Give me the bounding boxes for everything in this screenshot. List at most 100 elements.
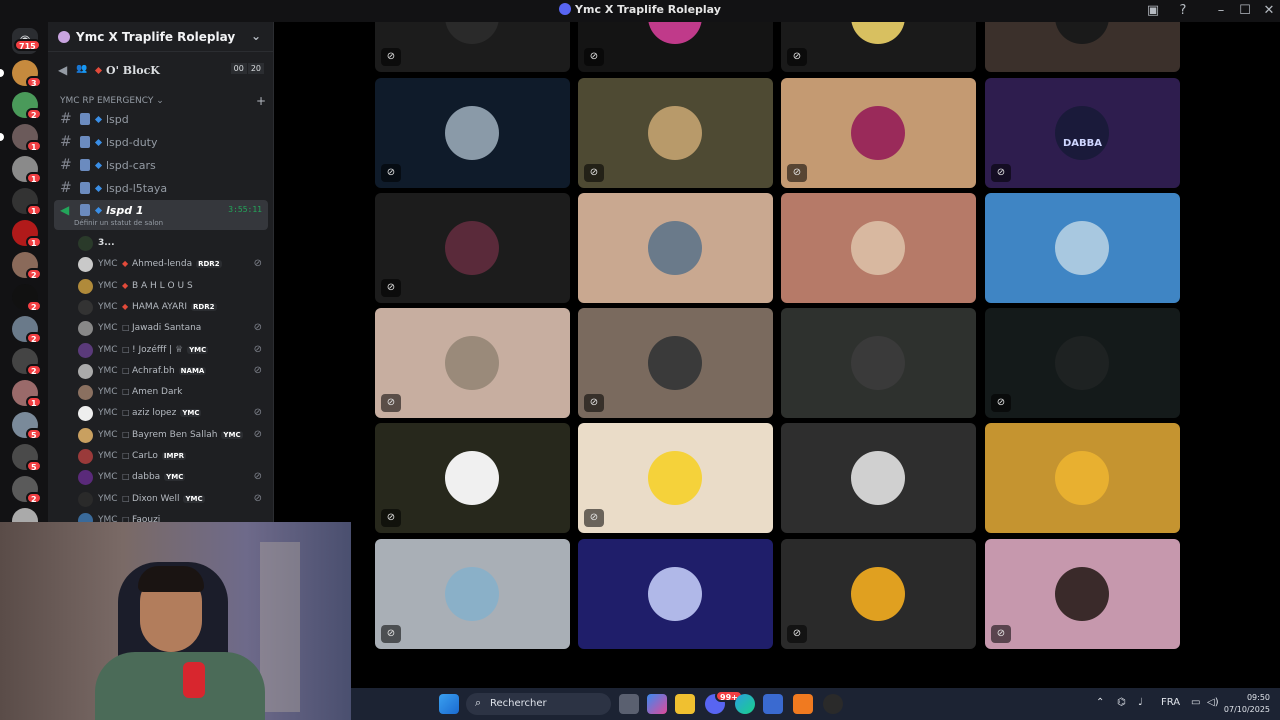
- video-tile[interactable]: ⊘: [578, 308, 773, 418]
- edge-browser-icon[interactable]: [735, 694, 755, 714]
- video-tile[interactable]: ⊘: [375, 423, 570, 533]
- voice-member[interactable]: YMC ◆ HAMA AYARI RDR2: [78, 297, 268, 317]
- video-tile[interactable]: [578, 539, 773, 649]
- volume-icon[interactable]: ◁): [1207, 697, 1219, 708]
- window-title: Ymc X Traplife Roleplay: [0, 3, 1280, 16]
- voice-member[interactable]: YMC ◆ Ahmed-lenda RDR2 ⊘: [78, 254, 268, 274]
- category-emergency[interactable]: YMC RP EMERGENCY ⌄ +: [60, 94, 266, 108]
- mic-muted-icon: ⊘: [381, 48, 401, 66]
- search-icon: ⌕: [475, 696, 482, 709]
- hashtag-icon: #: [60, 180, 72, 196]
- system-clock[interactable]: 09:50 07/10/2025: [1224, 692, 1270, 716]
- video-tile[interactable]: ⊘: [781, 78, 976, 188]
- create-channel-icon[interactable]: +: [256, 94, 266, 108]
- people-icon: 👥: [76, 64, 88, 74]
- network-icon[interactable]: ⌬: [1117, 697, 1126, 708]
- discord-logo-icon: [559, 3, 572, 15]
- voice-member[interactable]: YMC □ Amen Dark: [78, 382, 268, 402]
- text-channel[interactable]: # lspd-l5taya: [54, 178, 268, 200]
- minimize-button[interactable]: –: [1212, 2, 1230, 20]
- member-tag: YMC: [98, 387, 118, 398]
- help-icon[interactable]: ?: [1174, 2, 1192, 20]
- video-tile[interactable]: DABBA ⊘: [985, 78, 1180, 188]
- video-tile[interactable]: ⊘: [375, 308, 570, 418]
- server-icon[interactable]: [12, 508, 38, 522]
- member-role-icon: □: [122, 451, 130, 460]
- maximize-button[interactable]: ☐: [1236, 2, 1254, 20]
- video-tile[interactable]: ⊘: [578, 423, 773, 533]
- video-tile[interactable]: [985, 22, 1180, 72]
- video-tile[interactable]: [781, 308, 976, 418]
- video-tile[interactable]: [781, 423, 976, 533]
- text-channel[interactable]: # lspd-duty: [54, 132, 268, 154]
- home-mention-badge: 715: [14, 39, 41, 51]
- member-tag: YMC: [98, 429, 118, 440]
- video-tile[interactable]: ⊘: [781, 22, 976, 72]
- video-tile[interactable]: [781, 193, 976, 303]
- participant-avatar: [445, 567, 499, 621]
- voice-channel-lspd-1[interactable]: ◀ lspd 1 3:55:11 Définir un statut de sa…: [54, 200, 268, 230]
- video-tile[interactable]: ⊘: [985, 539, 1180, 649]
- task-view-icon[interactable]: [619, 694, 639, 714]
- display-icon[interactable]: ▭: [1191, 697, 1200, 708]
- voice-member[interactable]: YMC ◆ B A H L O U S: [78, 276, 268, 296]
- member-tag: YMC: [98, 451, 118, 461]
- voice-member[interactable]: 3...: [78, 233, 268, 253]
- member-role-icon: □: [122, 365, 130, 375]
- copilot-icon[interactable]: [647, 694, 667, 714]
- chevron-up-icon[interactable]: ⌃: [1096, 697, 1104, 708]
- text-channel[interactable]: # lspd-cars: [54, 155, 268, 177]
- mic-muted-icon: ⊘: [787, 48, 807, 66]
- avatar: [78, 257, 93, 273]
- microphone-icon[interactable]: ♩: [1138, 697, 1143, 708]
- participant-avatar: [648, 451, 702, 505]
- mic-muted-icon: ⊘: [584, 509, 604, 527]
- server-header[interactable]: Ymc X Traplife Roleplay ⌄: [48, 22, 273, 52]
- participant-avatar: [648, 567, 702, 621]
- voice-member[interactable]: YMC □ Faouzi: [78, 510, 268, 522]
- video-tile[interactable]: [985, 193, 1180, 303]
- voice-member[interactable]: YMC □ dabba YMC ⊘: [78, 467, 268, 487]
- voice-channel-oblock[interactable]: ◀ 👥 O' BlocK 00 20: [54, 60, 268, 82]
- hashtag-icon: #: [60, 111, 72, 127]
- close-button[interactable]: ✕: [1260, 2, 1278, 20]
- taskbar-search[interactable]: ⌕ Rechercher: [466, 693, 611, 715]
- voice-member[interactable]: YMC □ Dixon Well YMC ⊘: [78, 489, 268, 509]
- mic-muted-icon: ⊘: [253, 322, 262, 334]
- voice-member[interactable]: YMC □! Jozéfff | ♕ YMC ⊘: [78, 340, 268, 360]
- participant-avatar: [851, 451, 905, 505]
- text-channel[interactable]: # lspd: [54, 109, 268, 131]
- channel-status-hint[interactable]: Définir un statut de salon: [74, 219, 163, 227]
- file-explorer-icon[interactable]: [675, 694, 695, 714]
- app-a-icon[interactable]: [793, 694, 813, 714]
- microsoft-store-icon[interactable]: [763, 694, 783, 714]
- server-mention-badge: 2: [26, 108, 42, 120]
- member-tag: YMC: [98, 301, 118, 312]
- language-indicator[interactable]: FRA: [1161, 697, 1180, 708]
- rockstar-icon[interactable]: [823, 694, 843, 714]
- voice-member[interactable]: YMC □ Jawadi Santana ⊘: [78, 318, 268, 338]
- video-tile[interactable]: [578, 193, 773, 303]
- server-mention-badge: 1: [26, 172, 42, 184]
- video-tile[interactable]: ⊘: [578, 78, 773, 188]
- video-tile[interactable]: ⊘: [375, 539, 570, 649]
- voice-member[interactable]: YMC □ CarLo IMPR: [78, 446, 268, 466]
- video-tile[interactable]: ⊘: [985, 308, 1180, 418]
- police-emoji-icon: [80, 159, 90, 171]
- voice-member[interactable]: YMC □ Bayrem Ben Sallah YMC ⊘: [78, 425, 268, 445]
- chevron-down-icon[interactable]: ⌄: [251, 29, 261, 43]
- video-tile[interactable]: [985, 423, 1180, 533]
- voice-member[interactable]: YMC □ Achraf.bh NAMA ⊘: [78, 361, 268, 381]
- video-tile[interactable]: ⊘: [375, 193, 570, 303]
- inbox-icon[interactable]: ▣: [1144, 2, 1162, 20]
- video-tile[interactable]: ⊘: [375, 22, 570, 72]
- windows-start-icon[interactable]: [439, 694, 459, 714]
- video-tile[interactable]: ⊘: [781, 539, 976, 649]
- member-name: 3...: [98, 238, 115, 248]
- video-tile[interactable]: ⊘: [578, 22, 773, 72]
- server-mention-badge: 1: [26, 396, 42, 408]
- mic-muted-icon: ⊘: [584, 164, 604, 182]
- voice-member[interactable]: YMC □ aziz lopez YMC ⊘: [78, 403, 268, 423]
- video-tile[interactable]: ⊘: [375, 78, 570, 188]
- member-badge: YMC: [180, 409, 202, 418]
